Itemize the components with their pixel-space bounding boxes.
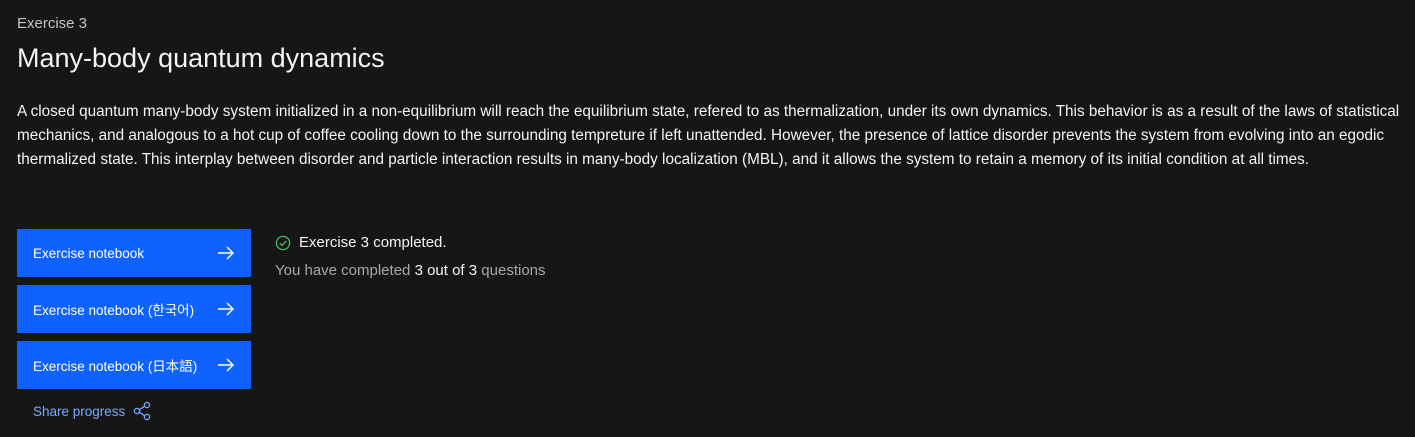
completed-text: Exercise 3 completed. <box>299 234 447 251</box>
exercise-notebook-japanese-button-label: Exercise notebook (日本語) <box>33 359 198 374</box>
exercise-description: A closed quantum many-body system initia… <box>17 103 1400 168</box>
exercise-notebook-korean-button[interactable]: Exercise notebook (한국어) <box>17 285 251 333</box>
notebook-buttons: Exercise notebook Exercise notebook (한국어… <box>17 229 251 397</box>
completion-line: Exercise 3 completed. <box>275 233 546 253</box>
share-icon <box>134 401 151 421</box>
exercise-eyebrow: Exercise 3 <box>17 15 88 32</box>
exercise-notebook-japanese-button[interactable]: Exercise notebook (日本語) <box>17 341 251 389</box>
progress-prefix: You have completed <box>275 262 411 279</box>
arrow-right-icon <box>218 358 234 372</box>
share-progress-label: Share progress <box>33 403 126 419</box>
exercise-notebook-korean-button-label: Exercise notebook (한국어) <box>33 303 195 318</box>
exercise-notebook-button-label: Exercise notebook <box>33 245 145 261</box>
progress-summary: You have completed 3 out of 3 questions <box>275 261 546 281</box>
arrow-right-icon <box>218 302 234 316</box>
arrow-right-icon <box>218 246 234 260</box>
exercise-notebook-button[interactable]: Exercise notebook <box>17 229 251 277</box>
progress-suffix: questions <box>481 262 546 279</box>
share-progress-link[interactable]: Share progress <box>33 401 151 421</box>
progress-value: 3 out of 3 <box>414 262 478 279</box>
checkmark-circle-icon <box>275 235 291 251</box>
page-title: Many-body quantum dynamics <box>17 43 385 73</box>
completion-status: Exercise 3 completed. You have completed… <box>275 233 546 281</box>
